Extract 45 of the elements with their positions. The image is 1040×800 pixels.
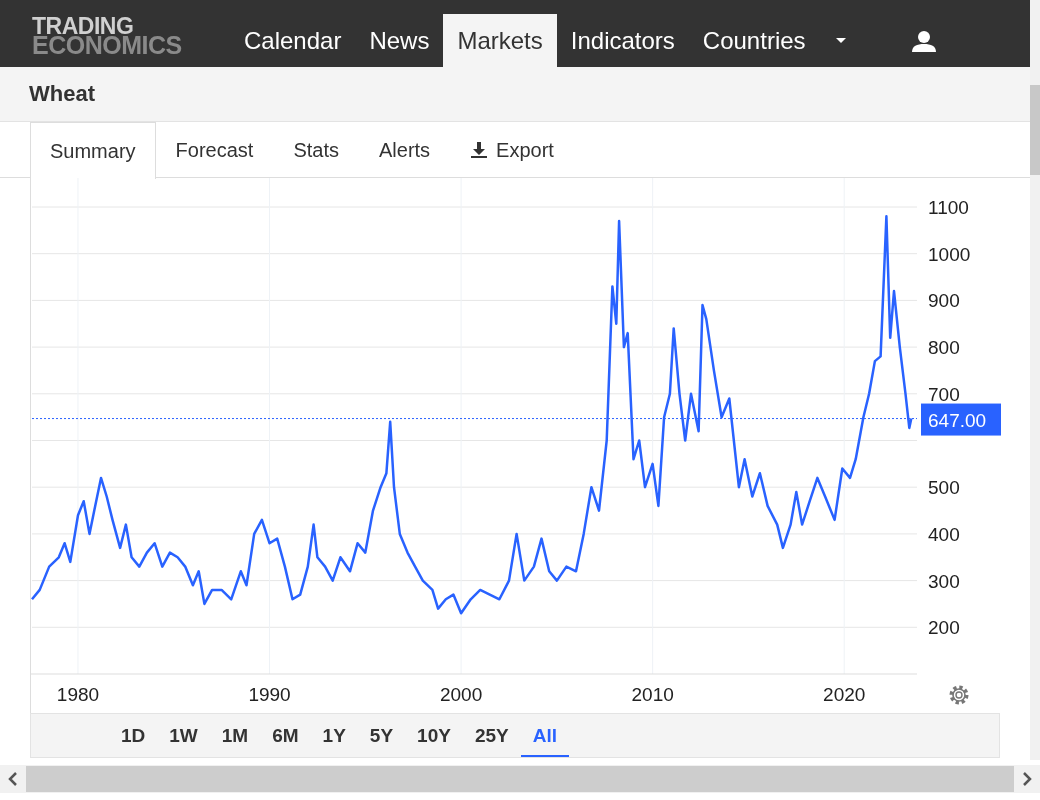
y-axis-label: 500: [928, 477, 960, 499]
nav-link[interactable]: News: [355, 14, 444, 67]
download-icon: [470, 141, 489, 159]
user-icon[interactable]: [911, 30, 936, 52]
y-axis-label: 900: [928, 290, 960, 312]
range-button[interactable]: 5Y: [357, 714, 406, 757]
y-axis-label: 1100: [928, 197, 969, 218]
scroll-left-icon[interactable]: [8, 772, 18, 786]
range-button[interactable]: 1M: [209, 714, 261, 757]
range-button[interactable]: 6M: [260, 714, 311, 757]
price-value: 647.00: [928, 409, 987, 431]
x-axis-label: 1980: [56, 684, 100, 705]
y-axis-label: 400: [928, 523, 960, 545]
nav-link[interactable]: Markets: [443, 14, 557, 67]
horizontal-scrollbar[interactable]: [0, 765, 1040, 793]
tab[interactable]: Summary: [30, 122, 156, 179]
tab[interactable]: Stats: [273, 122, 359, 177]
export-button[interactable]: Export: [450, 122, 574, 177]
range-button[interactable]: 10Y: [405, 714, 463, 757]
range-button[interactable]: 25Y: [462, 714, 521, 757]
y-axis-label: 1000: [928, 243, 971, 265]
x-axis-label: 2020: [823, 684, 866, 705]
range-button[interactable]: All: [520, 714, 569, 757]
y-axis-label: 300: [928, 570, 960, 592]
nav-link[interactable]: Calendar: [230, 14, 356, 67]
page-title: Wheat: [29, 81, 95, 107]
logo-text[interactable]: TRADING: [32, 16, 134, 36]
tab[interactable]: Forecast: [155, 122, 274, 177]
y-axis-label: 700: [928, 383, 960, 405]
nav-link[interactable]: Countries: [688, 14, 820, 67]
y-axis-label: 200: [928, 617, 960, 639]
y-axis-label: 800: [928, 337, 960, 359]
range-button[interactable]: 1D: [109, 714, 158, 757]
x-axis-label: 2000: [439, 684, 483, 705]
logo-text[interactable]: ECONOMICS: [32, 35, 182, 55]
caret-icon[interactable]: [835, 38, 846, 44]
scroll-right-icon[interactable]: [1022, 772, 1032, 786]
tab[interactable]: Alerts: [358, 122, 451, 177]
vertical-scrollbar[interactable]: [1030, 0, 1040, 760]
x-axis-label: 1990: [248, 684, 291, 705]
range-button[interactable]: 1W: [157, 714, 210, 757]
nav-link[interactable]: Indicators: [556, 14, 689, 67]
settings-icon[interactable]: [949, 685, 969, 705]
x-axis-label: 2010: [631, 684, 674, 705]
range-button[interactable]: 1Y: [310, 714, 358, 757]
